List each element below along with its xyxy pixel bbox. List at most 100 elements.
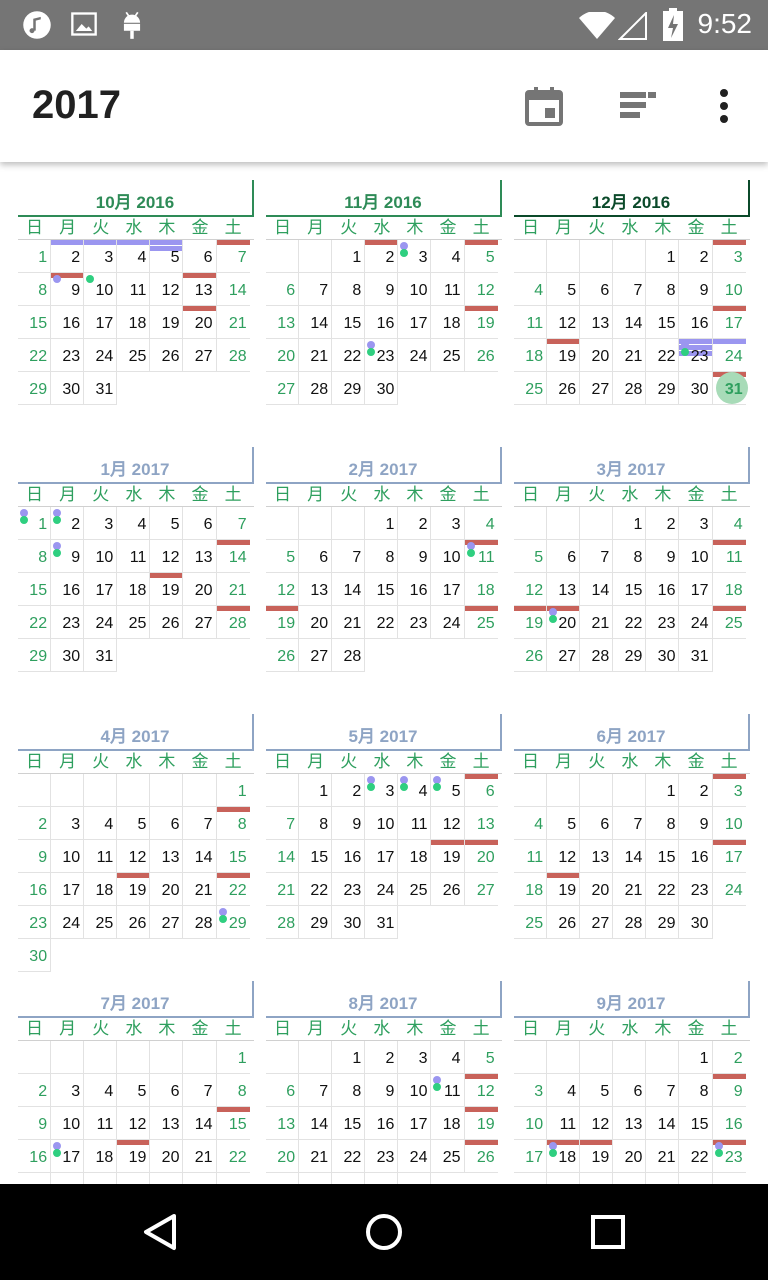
- day-cell[interactable]: 7: [332, 540, 366, 573]
- day-cell[interactable]: 12: [150, 540, 184, 573]
- day-cell[interactable]: 26: [547, 372, 581, 405]
- day-cell[interactable]: 15: [216, 840, 250, 873]
- day-cell[interactable]: 10: [712, 273, 746, 306]
- day-cell[interactable]: 31: [679, 639, 713, 672]
- day-cell[interactable]: 15: [332, 306, 366, 339]
- day-cell[interactable]: 7: [613, 273, 647, 306]
- day-cell[interactable]: 24: [679, 606, 713, 639]
- day-cell[interactable]: 7: [299, 1074, 333, 1107]
- day-cell[interactable]: 3: [84, 240, 118, 273]
- day-cell[interactable]: 3: [51, 1074, 85, 1107]
- day-cell[interactable]: 2: [51, 240, 85, 273]
- day-cell[interactable]: 23: [51, 606, 85, 639]
- day-cell[interactable]: 13: [613, 1107, 647, 1140]
- day-cell[interactable]: 19: [117, 1140, 151, 1173]
- day-cell[interactable]: 28: [613, 906, 647, 939]
- day-cell[interactable]: 17: [51, 873, 85, 906]
- day-cell[interactable]: 26: [150, 339, 184, 372]
- day-cell[interactable]: 28: [299, 1173, 333, 1184]
- day-cell[interactable]: 9: [332, 807, 366, 840]
- day-cell[interactable]: 9: [51, 540, 85, 573]
- day-cell[interactable]: 18: [547, 1140, 581, 1173]
- day-cell[interactable]: 30: [51, 639, 85, 672]
- day-cell[interactable]: 28: [183, 1173, 217, 1184]
- day-cell[interactable]: 15: [18, 573, 52, 606]
- day-cell[interactable]: 11: [117, 540, 151, 573]
- day-cell[interactable]: 3: [398, 1041, 432, 1074]
- day-cell[interactable]: 4: [117, 240, 151, 273]
- day-cell[interactable]: 12: [464, 1074, 498, 1107]
- day-cell[interactable]: 13: [183, 540, 217, 573]
- day-cell[interactable]: 17: [51, 1140, 85, 1173]
- day-cell[interactable]: 26: [431, 873, 465, 906]
- day-cell[interactable]: 19: [464, 1107, 498, 1140]
- day-cell[interactable]: 11: [464, 540, 498, 573]
- day-cell[interactable]: 20: [150, 1140, 184, 1173]
- day-cell[interactable]: 16: [51, 306, 85, 339]
- day-cell[interactable]: 9: [18, 840, 52, 873]
- day-cell[interactable]: 14: [332, 573, 366, 606]
- day-cell[interactable]: 21: [266, 873, 300, 906]
- day-cell[interactable]: 20: [183, 573, 217, 606]
- day-cell[interactable]: 15: [216, 1107, 250, 1140]
- day-cell[interactable]: 16: [365, 306, 399, 339]
- day-cell[interactable]: 29: [646, 372, 680, 405]
- day-cell[interactable]: 18: [84, 1140, 118, 1173]
- day-cell[interactable]: 6: [580, 273, 614, 306]
- day-cell[interactable]: 28: [646, 1173, 680, 1184]
- day-cell[interactable]: 21: [216, 573, 250, 606]
- day-cell[interactable]: 16: [365, 1107, 399, 1140]
- day-cell[interactable]: 10: [398, 273, 432, 306]
- day-cell[interactable]: 18: [117, 573, 151, 606]
- day-cell[interactable]: 10: [51, 1107, 85, 1140]
- day-cell[interactable]: 14: [216, 273, 250, 306]
- day-cell[interactable]: 12: [431, 807, 465, 840]
- day-cell[interactable]: 17: [84, 306, 118, 339]
- day-cell[interactable]: 19: [150, 573, 184, 606]
- day-cell[interactable]: 13: [150, 840, 184, 873]
- day-cell[interactable]: 22: [613, 606, 647, 639]
- day-cell[interactable]: 20: [183, 306, 217, 339]
- day-cell[interactable]: 18: [431, 306, 465, 339]
- day-cell[interactable]: 12: [514, 573, 548, 606]
- day-cell[interactable]: 23: [365, 339, 399, 372]
- day-cell[interactable]: 7: [299, 273, 333, 306]
- day-cell[interactable]: 5: [150, 240, 184, 273]
- day-cell[interactable]: 6: [150, 1074, 184, 1107]
- day-cell[interactable]: 3: [679, 507, 713, 540]
- day-cell[interactable]: 22: [216, 873, 250, 906]
- day-cell[interactable]: 30: [365, 372, 399, 405]
- day-cell[interactable]: 19: [514, 606, 548, 639]
- day-cell[interactable]: 17: [679, 573, 713, 606]
- month-10[interactable]: 7月 2017 日月火水木金土 1 2 3 4 5 6 7 8 9 10 11 12 13 14 15 16 17 1…: [18, 981, 254, 1184]
- day-cell[interactable]: 21: [216, 306, 250, 339]
- day-cell[interactable]: 27: [266, 372, 300, 405]
- day-cell[interactable]: 24: [712, 873, 746, 906]
- day-cell[interactable]: 18: [117, 306, 151, 339]
- day-cell[interactable]: 4: [514, 807, 548, 840]
- day-cell[interactable]: 27: [150, 1173, 184, 1184]
- day-cell[interactable]: 17: [398, 306, 432, 339]
- day-cell[interactable]: 27: [613, 1173, 647, 1184]
- day-cell[interactable]: 11: [514, 306, 548, 339]
- day-cell[interactable]: 10: [84, 540, 118, 573]
- day-cell[interactable]: 2: [332, 774, 366, 807]
- day-cell[interactable]: 2: [679, 774, 713, 807]
- day-cell[interactable]: 20: [613, 1140, 647, 1173]
- day-cell[interactable]: 23: [712, 1140, 746, 1173]
- day-cell[interactable]: 30: [679, 906, 713, 939]
- day-cell[interactable]: 5: [547, 807, 581, 840]
- day-cell[interactable]: 4: [431, 240, 465, 273]
- day-cell[interactable]: 15: [365, 573, 399, 606]
- day-cell[interactable]: 14: [580, 573, 614, 606]
- day-cell[interactable]: 25: [117, 339, 151, 372]
- day-cell[interactable]: 16: [646, 573, 680, 606]
- day-cell[interactable]: 26: [117, 906, 151, 939]
- day-cell[interactable]: 10: [712, 807, 746, 840]
- day-cell[interactable]: 13: [266, 306, 300, 339]
- day-cell[interactable]: 18: [514, 339, 548, 372]
- home-icon[interactable]: [360, 1208, 408, 1256]
- day-cell[interactable]: 28: [613, 372, 647, 405]
- day-cell[interactable]: 13: [266, 1107, 300, 1140]
- day-cell[interactable]: 17: [398, 1107, 432, 1140]
